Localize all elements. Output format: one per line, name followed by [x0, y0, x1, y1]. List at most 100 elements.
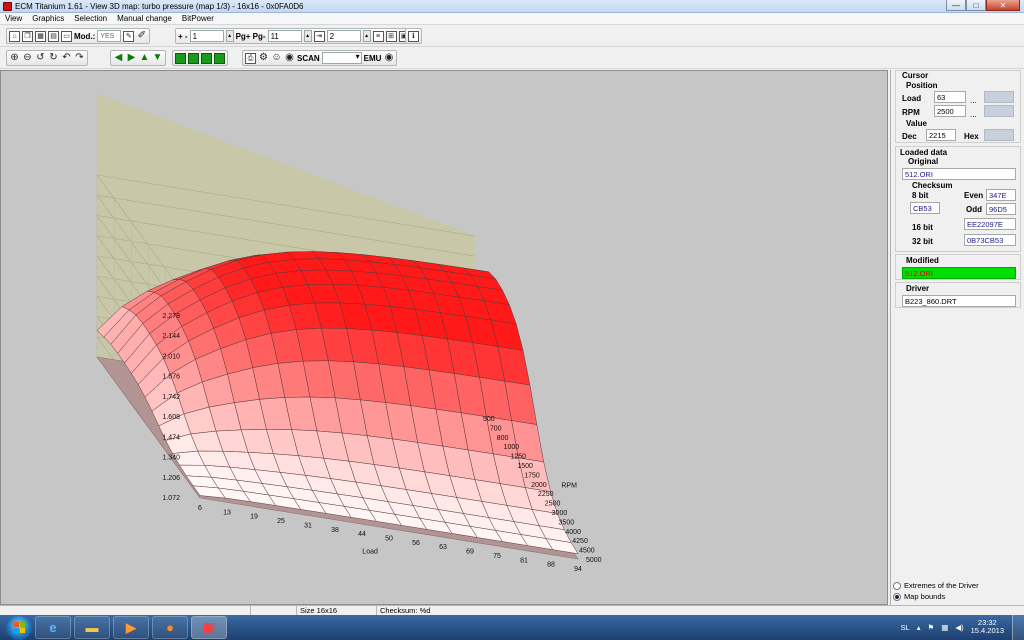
menu-selection[interactable]: Selection [69, 14, 112, 23]
person-icon[interactable]: ☺ [271, 53, 282, 64]
block-icon[interactable] [175, 52, 186, 64]
scan-select[interactable] [321, 52, 362, 64]
start-button[interactable] [6, 615, 32, 640]
brush-icon[interactable]: ✐ [136, 31, 147, 42]
arrow-down-icon[interactable]: ▼ [152, 53, 163, 64]
y-tick-label: 5000 [586, 557, 602, 564]
arrow-up-icon[interactable]: ▲ [139, 53, 150, 64]
y-tick-label: 700 [490, 425, 502, 432]
block-fill-icon[interactable] [201, 52, 212, 64]
print-icon[interactable]: ⎙ [245, 52, 256, 64]
info-icon[interactable]: ℹ [408, 30, 419, 42]
block-bars-icon[interactable] [214, 52, 225, 64]
flag-icon[interactable]: ⚑ [928, 623, 935, 632]
x-tick-label: 81 [520, 557, 528, 564]
taskbar-firefox-icon[interactable]: ● [152, 616, 188, 639]
taskbar-media-icon[interactable]: ▶ [113, 616, 149, 639]
mod-field[interactable]: YES [97, 30, 122, 42]
second-input[interactable]: 2 [326, 30, 361, 42]
rotate-right-icon[interactable]: ↻ [48, 53, 59, 64]
undo-icon[interactable]: ↶ [61, 53, 72, 64]
table-icon[interactable]: ▦ [35, 30, 46, 42]
redo-icon[interactable]: ↷ [74, 53, 85, 64]
arrow-left-icon[interactable]: ◀ [113, 53, 124, 64]
taskbar-ecm-icon[interactable]: ▣ [191, 616, 227, 639]
z-tick-label: 2.278 [162, 313, 180, 320]
scan-label: SCAN [297, 53, 320, 63]
minimize-button[interactable]: — [946, 0, 966, 11]
menu-manual-change[interactable]: Manual change [112, 14, 177, 23]
page-spinner[interactable]: ▲ [303, 30, 312, 42]
rotate-left-icon[interactable]: ↺ [35, 53, 46, 64]
second-spinner[interactable]: ▲ [362, 30, 371, 42]
load-field[interactable]: 63 [934, 91, 966, 103]
equal-icon[interactable]: ≡ [372, 30, 384, 42]
chart-icon[interactable]: ▤ [48, 30, 59, 42]
page-input[interactable]: 11 [267, 30, 302, 42]
taskbar: e ▬ ▶ ● ▣ SL ▴ ⚑ ▦ ◀) 23:32 15.4.2013 [0, 615, 1024, 640]
app-icon [3, 1, 12, 11]
dec-field[interactable]: 2215 [926, 129, 956, 141]
menu-bitpower[interactable]: BitPower [177, 14, 219, 23]
loaded-title: Loaded data [900, 148, 948, 157]
grid-icon[interactable]: ⊞ [385, 30, 397, 42]
show-desktop-button[interactable] [1012, 615, 1024, 640]
emu-icon[interactable]: ◉ [383, 53, 394, 64]
position-title: Position [906, 81, 938, 90]
windows-logo-icon [13, 622, 25, 633]
goto-icon[interactable]: ⇥ [313, 30, 325, 42]
toolbar-main: ⌂ ❐ ▦ ▤ ▭ Mod.: YES ✎ ✐ + - 1 ▲ Pg+ Pg- … [0, 25, 1024, 47]
step-input[interactable]: 1 [189, 30, 224, 42]
hex-field [984, 129, 1014, 141]
edit-icon[interactable]: ✎ [123, 30, 135, 42]
extremes-radio[interactable] [893, 581, 901, 590]
network-icon[interactable]: ▦ [941, 623, 948, 632]
clock-date: 15.4.2013 [970, 626, 1004, 635]
copy-icon[interactable]: ❐ [22, 30, 33, 42]
tray-arrow-icon[interactable]: ▴ [917, 623, 921, 632]
language-indicator[interactable]: SL [901, 623, 910, 632]
menu-graphics[interactable]: Graphics [27, 14, 69, 23]
pg-label: Pg+ Pg- [235, 31, 266, 41]
extremes-option[interactable]: Extremes of the Driver [893, 581, 979, 590]
extremes-label: Extremes of the Driver [904, 581, 979, 590]
target-icon[interactable]: ◉ [284, 53, 295, 64]
clock[interactable]: 23:32 15.4.2013 [971, 619, 1004, 635]
home-icon[interactable]: ⌂ [9, 30, 20, 42]
driver-title: Driver [906, 284, 930, 293]
toolbar-view: ⊕ ⊖ ↺ ↻ ↶ ↷ ◀ ▶ ▲ ▼ ⎙ ⚙ ☺ ◉ SCAN EMU ◉ [0, 47, 1024, 69]
z-tick-label: 1.206 [162, 475, 180, 482]
arrow-right-icon[interactable]: ▶ [126, 53, 137, 64]
load-ellipsis: ... [970, 96, 977, 105]
y-tick-label: 500 [483, 416, 495, 423]
y-tick-label: 3000 [552, 510, 568, 517]
maximize-button[interactable]: □ [966, 0, 986, 11]
z-tick-label: 1.072 [162, 495, 180, 502]
rpm-field[interactable]: 2500 [934, 105, 966, 117]
taskbar-ie-icon[interactable]: e [35, 616, 71, 639]
zoom-out-icon[interactable]: ⊖ [22, 53, 33, 64]
map-3d-view[interactable]: 1.072 1.206 1.340 1.474 1.608 1.742 1.876 2.010… [0, 70, 888, 605]
toolbar-group-scan: ⎙ ⚙ ☺ ◉ SCAN EMU ◉ [242, 50, 398, 66]
y-tick-label: 800 [497, 435, 509, 442]
load-label: Load [902, 94, 922, 103]
x-tick-label: 25 [277, 518, 285, 525]
system-tray: SL ▴ ⚑ ▦ ◀) 23:32 15.4.2013 [901, 619, 1004, 635]
surface-chart[interactable]: 1.072 1.206 1.340 1.474 1.608 1.742 1.876 2.010… [1, 71, 887, 604]
bounds-radio[interactable] [893, 592, 901, 601]
volume-icon[interactable]: ◀) [955, 623, 963, 632]
taskbar-folder-icon[interactable]: ▬ [74, 616, 110, 639]
window-icon[interactable]: ▭ [61, 30, 72, 42]
close-button[interactable]: ✕ [986, 0, 1020, 11]
bit16-label: 16 bit [912, 223, 933, 232]
bounds-option[interactable]: Map bounds [893, 592, 945, 601]
menu-view[interactable]: View [0, 14, 27, 23]
block-split-icon[interactable] [188, 52, 199, 64]
x-tick-label: 50 [385, 536, 393, 543]
step-spinner[interactable]: ▲ [225, 30, 234, 42]
y-tick-label: 1750 [524, 472, 540, 479]
odd-field: 96D5 [986, 203, 1016, 215]
gear-icon[interactable]: ⚙ [258, 53, 269, 64]
zoom-in-icon[interactable]: ⊕ [9, 53, 20, 64]
rpm-ellipsis: ... [970, 110, 977, 119]
